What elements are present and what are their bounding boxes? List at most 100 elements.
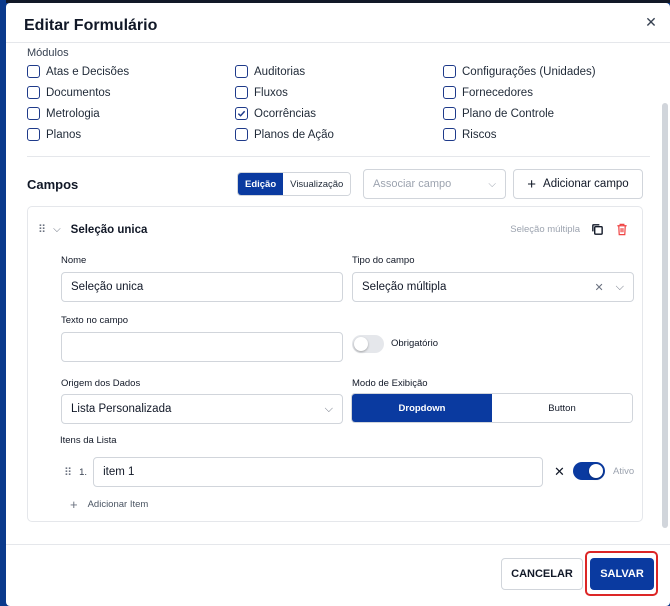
display-mode-button[interactable]: Button (492, 394, 632, 422)
module-checkbox-planos-acao[interactable]: Planos de Ação (235, 128, 334, 141)
list-item-input[interactable]: item 1 (93, 457, 544, 487)
select-icons: ✕ ⌵ (594, 273, 624, 301)
tab-edit[interactable]: Edição (238, 173, 284, 195)
clear-icon[interactable]: ✕ (594, 281, 603, 294)
checkbox-icon (235, 128, 248, 141)
module-label: Metrologia (46, 107, 100, 120)
associate-field-placeholder: Associar campo (373, 178, 452, 190)
field-type-select[interactable]: Seleção múltipla ✕ ⌵ (352, 272, 634, 302)
module-label: Auditorias (254, 65, 306, 78)
campos-title: Campos (27, 177, 79, 192)
field-type-value: Seleção múltipla (362, 281, 447, 293)
name-value: Seleção unica (71, 281, 144, 293)
module-checkbox-fornecedores[interactable]: Fornecedores (443, 86, 533, 99)
module-checkbox-fluxos[interactable]: Fluxos (235, 86, 288, 99)
required-label: Obrigatório (391, 338, 438, 349)
checkbox-icon (27, 128, 40, 141)
field-card-title: Seleção unica (70, 223, 148, 236)
item-active-label: Ativo (613, 466, 635, 477)
checkbox-icon (235, 65, 248, 78)
plus-icon: + (527, 175, 537, 193)
field-card-actions: Seleção múltipla (510, 221, 630, 237)
save-button[interactable]: SALVAR (590, 558, 654, 590)
module-label: Plano de Controle (462, 107, 555, 120)
add-item-button[interactable]: + Adicionar Item (70, 497, 148, 512)
required-toggle[interactable] (352, 335, 384, 353)
module-label: Planos (46, 128, 82, 141)
copy-icon[interactable] (589, 221, 605, 237)
module-checkbox-configuracoes[interactable]: Configurações (Unidades) (443, 65, 596, 78)
checkbox-icon (443, 128, 456, 141)
name-label: Nome (61, 255, 87, 266)
checkbox-icon (443, 107, 456, 120)
module-label: Configurações (Unidades) (462, 65, 596, 78)
module-label: Documentos (46, 86, 111, 99)
remove-item-icon[interactable]: ✕ (554, 464, 565, 480)
checkbox-icon (27, 65, 40, 78)
checkbox-checked-icon (235, 107, 248, 120)
add-field-button[interactable]: + Adicionar campo (513, 169, 643, 199)
chevron-down-icon[interactable]: ⌵ (53, 224, 61, 235)
toggle-knob (589, 464, 603, 478)
module-label: Ocorrências (254, 107, 316, 120)
module-checkbox-auditorias[interactable]: Auditorias (235, 65, 305, 78)
chevron-down-icon[interactable]: ⌵ (325, 403, 333, 416)
data-source-select[interactable]: Lista Personalizada ⌵ (61, 394, 343, 424)
close-icon[interactable]: ✕ (642, 13, 660, 31)
modal-header: Editar Formulário ✕ (6, 3, 670, 43)
list-item-value: item 1 (103, 466, 135, 478)
data-source-label: Origem dos Dados (61, 378, 141, 389)
item-active-toggle[interactable] (573, 462, 605, 480)
module-checkbox-metrologia[interactable]: Metrologia (27, 107, 100, 120)
associate-field-select[interactable]: Associar campo ⌵ (363, 169, 506, 199)
placeholder-text-input[interactable] (61, 332, 343, 362)
drag-handle-icon[interactable]: ⠿ (38, 223, 46, 236)
checkbox-icon (443, 65, 456, 78)
checkbox-icon (27, 107, 40, 120)
drag-handle-icon[interactable]: ⠿ (64, 466, 72, 479)
data-source-value: Lista Personalizada (71, 403, 172, 415)
module-label: Atas e Decisões (46, 65, 130, 78)
list-item-number: 1. (79, 466, 87, 478)
display-mode-dropdown[interactable]: Dropdown (352, 394, 492, 422)
edit-form-modal: Editar Formulário ✕ Módulos Atas e Decis… (6, 3, 670, 606)
chevron-down-icon: ⌵ (488, 178, 496, 190)
select-icons: ⌵ (325, 395, 333, 423)
module-checkbox-plano-controle[interactable]: Plano de Controle (443, 107, 554, 120)
add-field-label: Adicionar campo (543, 178, 629, 190)
edit-view-toggle: Edição Visualização (237, 172, 352, 196)
module-label: Fluxos (254, 86, 288, 99)
modules-label: Módulos (27, 47, 69, 59)
module-checkbox-atas[interactable]: Atas e Decisões (27, 65, 129, 78)
module-checkbox-ocorrencias[interactable]: Ocorrências (235, 107, 316, 120)
plus-icon: + (70, 497, 78, 512)
module-checkbox-riscos[interactable]: Riscos (443, 128, 497, 141)
placeholder-text-label: Texto no campo (61, 315, 129, 326)
display-mode-label: Modo de Exibição (352, 378, 428, 389)
checkbox-icon (235, 86, 248, 99)
module-checkbox-documentos[interactable]: Documentos (27, 86, 111, 99)
checkbox-icon (443, 86, 456, 99)
footer-divider (6, 544, 670, 545)
trash-icon[interactable] (614, 221, 630, 237)
list-items-label: Itens da Lista (60, 435, 117, 446)
modal-scrollbar[interactable] (662, 103, 668, 528)
module-checkbox-planos[interactable]: Planos (27, 128, 81, 141)
name-input[interactable]: Seleção unica (61, 272, 343, 302)
tab-view[interactable]: Visualização (283, 173, 351, 195)
module-label: Riscos (462, 128, 497, 141)
display-mode-toggle: Dropdown Button (351, 393, 633, 423)
modal-title: Editar Formulário (24, 17, 158, 34)
field-type-label: Tipo do campo (352, 255, 415, 266)
cancel-button[interactable]: CANCELAR (501, 558, 583, 590)
list-item: ⠿ 1. item 1 (64, 457, 544, 487)
field-card-header: ⠿ ⌵ Seleção unica (38, 223, 148, 237)
toggle-knob (354, 337, 368, 351)
module-label: Planos de Ação (254, 128, 334, 141)
section-divider (27, 156, 650, 157)
field-type-hint: Seleção múltipla (510, 223, 580, 235)
chevron-down-icon[interactable]: ⌵ (616, 281, 624, 294)
checkbox-icon (27, 86, 40, 99)
add-item-label: Adicionar Item (87, 499, 149, 510)
module-label: Fornecedores (462, 86, 533, 99)
